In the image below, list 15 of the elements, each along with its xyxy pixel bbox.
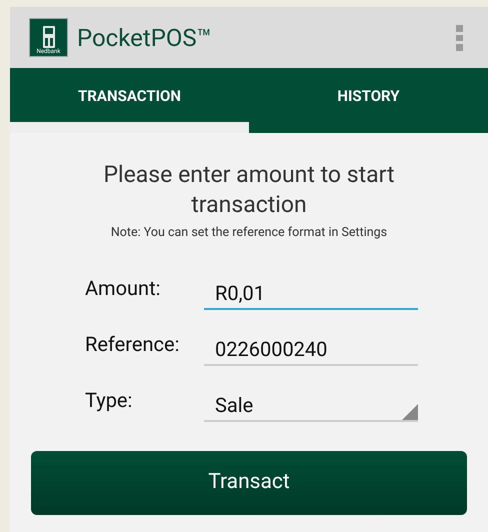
app-title: PocketPOS™: [77, 22, 212, 54]
transact-button[interactable]: Transact: [31, 450, 467, 515]
menu-icon[interactable]: [456, 24, 464, 50]
field-label: Reference:: [85, 330, 180, 358]
pos-terminal-icon: [42, 26, 56, 48]
instruction-heading: Please enter amount to start transaction: [102, 160, 396, 220]
tab[interactable]: TRANSACTION: [10, 68, 249, 133]
input-field[interactable]: 0226000240: [204, 324, 418, 366]
note-text: Note: You can set the reference format in Settings: [110, 224, 388, 242]
field-label: Type:: [85, 386, 134, 414]
dropdown-triangle-icon: [402, 404, 418, 420]
field-label: Amount:: [85, 274, 162, 302]
tab[interactable]: HISTORY: [249, 68, 488, 133]
input-field[interactable]: R0,01: [204, 268, 418, 310]
type-dropdown[interactable]: Sale: [204, 380, 418, 422]
